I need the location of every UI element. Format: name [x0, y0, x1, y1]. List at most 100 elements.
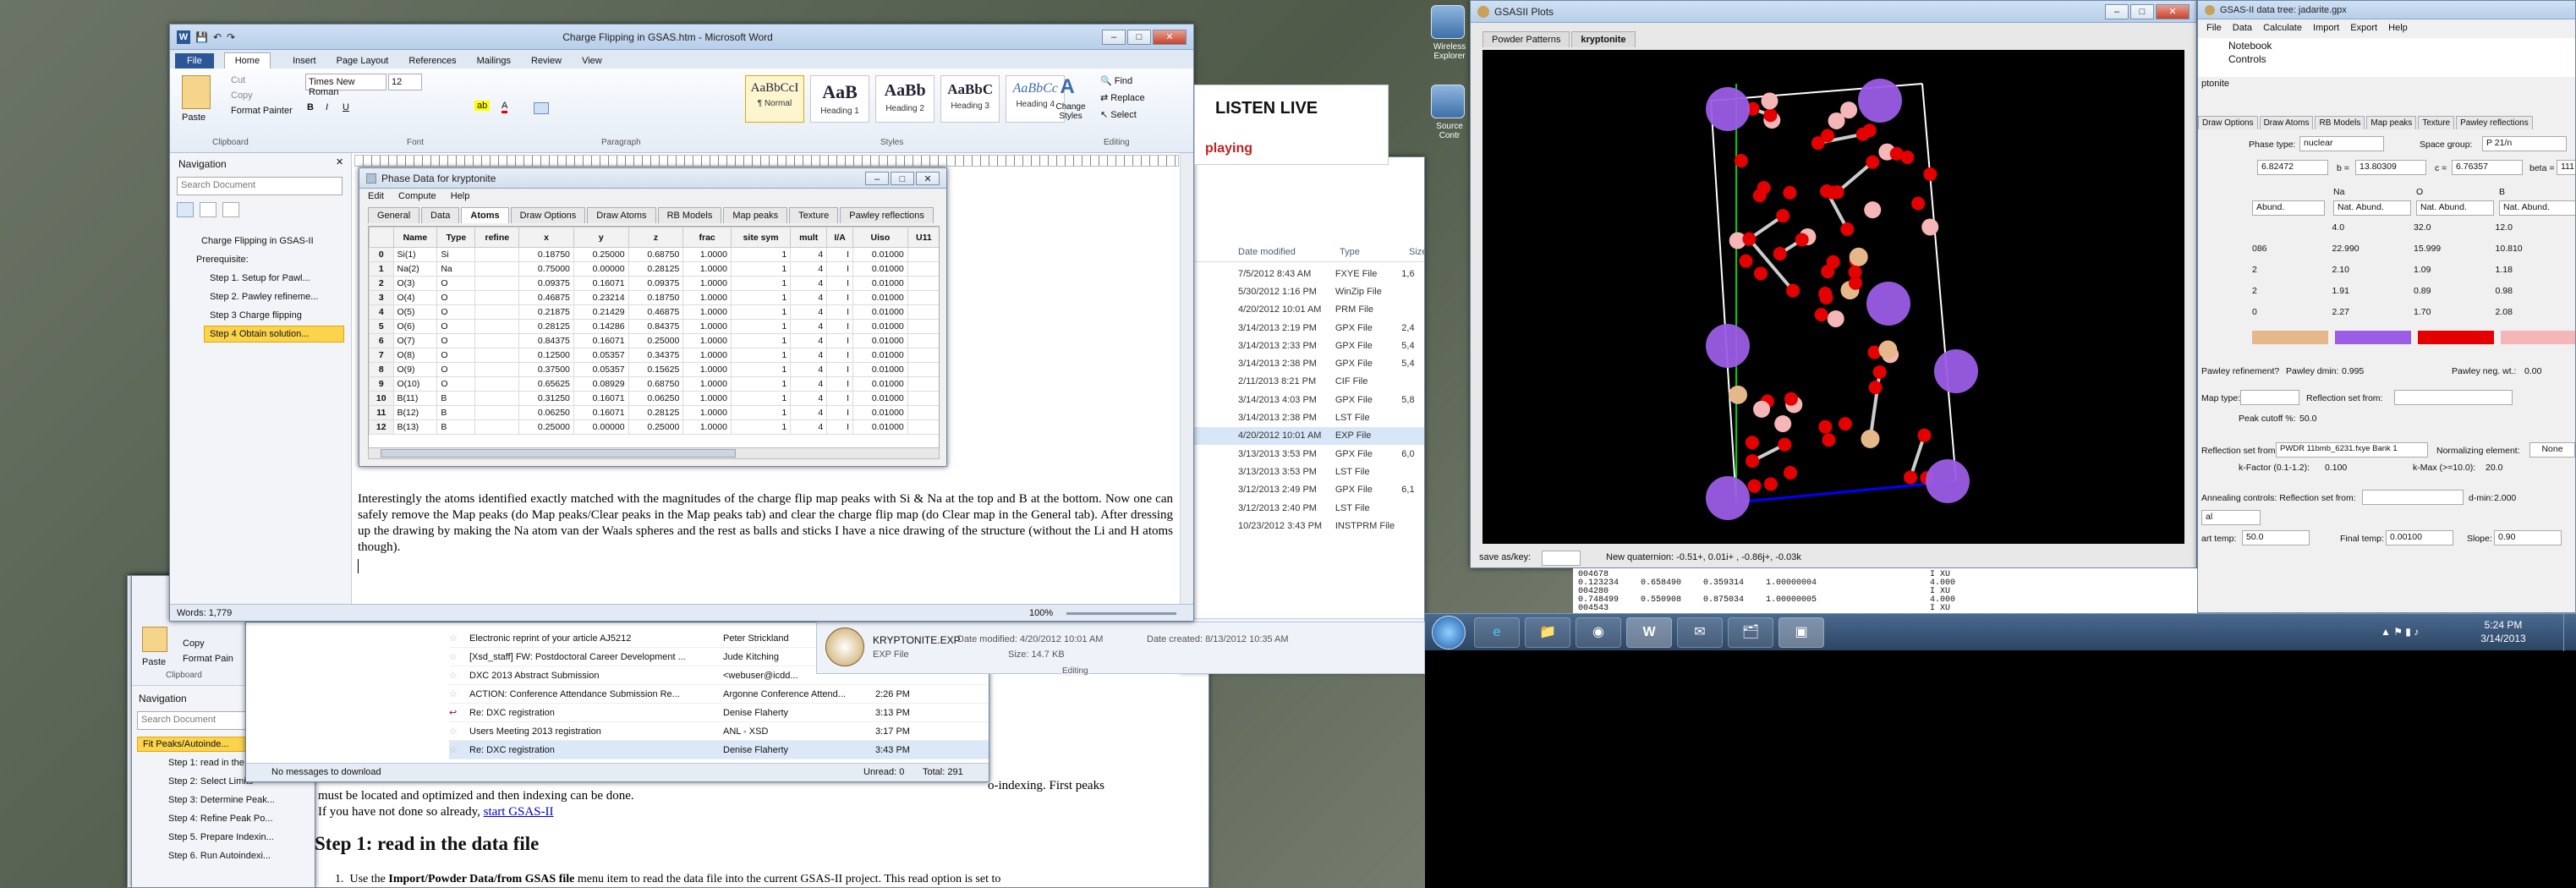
nat-abund-select-b[interactable]: Nat. Abund.: [2499, 200, 2575, 216]
table-row[interactable]: 4 O(5) O 0.21875 0.21429 0.46875 1.0000 1 4 I 0.01…: [369, 304, 939, 320]
paste-label[interactable]: Paste: [182, 112, 206, 123]
cell-beta-input[interactable]: 111: [2557, 160, 2575, 175]
redo-icon[interactable]: ↷: [227, 31, 235, 43]
map-type-select[interactable]: [2240, 390, 2299, 405]
change-styles-label[interactable]: Change Styles: [1050, 102, 1092, 121]
table-cell[interactable]: 1.0000: [682, 319, 732, 334]
flag-icon[interactable]: ☆: [449, 688, 469, 699]
bold-button[interactable]: B: [307, 102, 314, 112]
table-cell[interactable]: 4: [790, 419, 828, 435]
table-cell[interactable]: [907, 405, 939, 420]
mail-row-3[interactable]: ☆ ACTION: Conference Attendance Submissi…: [449, 685, 989, 704]
tab-draw-options[interactable]: Draw Options: [510, 207, 586, 223]
final-temp-input[interactable]: 0.00100: [2386, 530, 2453, 545]
list-item[interactable]: 10/23/2012 3:43 PM INSTPRM File: [1181, 517, 1424, 534]
table-cell[interactable]: 0.25000: [518, 419, 574, 435]
col-header[interactable]: I/A: [826, 227, 854, 248]
table-cell[interactable]: Si: [436, 247, 476, 262]
start-temp-input[interactable]: 50.0: [2242, 530, 2310, 545]
row-number[interactable]: 11: [369, 405, 394, 420]
table-cell[interactable]: 1.0000: [682, 290, 732, 305]
close-button[interactable]: ✕: [1153, 29, 1187, 45]
list-item[interactable]: 3/14/2013 2:19 PM GPX File 2,4: [1181, 319, 1424, 337]
flag-icon[interactable]: ☆: [449, 726, 469, 737]
table-row[interactable]: 1 Na(2) Na 0.75000 0.00000 0.28125 1.0000 1 4 I 0.…: [369, 261, 939, 277]
col-header[interactable]: site sym: [730, 227, 792, 248]
table-cell[interactable]: [907, 319, 939, 334]
tree-item-notebook[interactable]: Notebook: [2198, 38, 2575, 52]
pages-view-icon[interactable]: [200, 202, 217, 217]
table-cell[interactable]: O(10): [392, 376, 438, 392]
minimize-button[interactable]: –: [2105, 3, 2129, 19]
tab-map-peaks[interactable]: Map peaks: [723, 207, 788, 223]
close-button[interactable]: ✕: [916, 171, 940, 185]
table-cell[interactable]: 0.16071: [573, 391, 629, 406]
listen-live-label[interactable]: LISTEN LIVE: [1215, 99, 1318, 118]
tab-references[interactable]: References: [398, 53, 466, 69]
kfactor-input[interactable]: 0.100: [2325, 463, 2347, 473]
save-icon[interactable]: 💾: [195, 31, 208, 43]
folder-taskbar-button[interactable]: 🗂: [1728, 617, 1773, 648]
table-cell[interactable]: 0.01000: [852, 391, 908, 406]
table-cell[interactable]: 0.18750: [628, 290, 684, 305]
table-cell[interactable]: 1: [730, 391, 792, 406]
table-cell[interactable]: O: [436, 376, 476, 392]
table-cell[interactable]: O(4): [392, 290, 438, 305]
tab-draw-options[interactable]: Draw Options: [2198, 116, 2258, 129]
table-cell[interactable]: 0.09375: [628, 276, 684, 291]
table-cell[interactable]: [474, 290, 520, 305]
table-cell[interactable]: 1: [730, 348, 792, 363]
table-cell[interactable]: 0.21429: [573, 304, 629, 320]
table-cell[interactable]: [474, 419, 520, 435]
cell-b-input[interactable]: 13.80309: [2355, 160, 2426, 175]
table-cell[interactable]: 1: [730, 290, 792, 305]
table-cell[interactable]: O(5): [392, 304, 438, 320]
table-cell[interactable]: 0.00000: [573, 261, 629, 277]
tab-draw-atoms[interactable]: Draw Atoms: [2259, 116, 2314, 129]
tab-home[interactable]: Home: [223, 52, 271, 69]
italic-button[interactable]: I: [326, 102, 328, 112]
tab-file[interactable]: File: [175, 53, 214, 69]
table-cell[interactable]: O(9): [392, 362, 438, 377]
list-item[interactable]: 3/13/2013 3:53 PM GPX File 6,0: [1181, 445, 1424, 463]
menu-import[interactable]: Import: [2313, 23, 2339, 33]
table-cell[interactable]: 1.0000: [682, 419, 732, 435]
table-cell[interactable]: [474, 333, 520, 348]
table-cell[interactable]: 1: [730, 405, 792, 420]
row-number[interactable]: 0: [369, 247, 394, 262]
explorer-window[interactable]: Date modified Type Size 7/5/2012 8:43 AM…: [1180, 156, 1425, 672]
table-cell[interactable]: [474, 247, 520, 262]
copy-label[interactable]: Copy: [183, 639, 205, 649]
font-color-icon[interactable]: A: [501, 101, 508, 113]
nav-item-step4[interactable]: Step 4 Obtain solution...: [204, 326, 344, 343]
table-cell[interactable]: 0.01000: [852, 376, 908, 392]
row-number[interactable]: 10: [369, 391, 394, 406]
list-item[interactable]: 2/11/2013 8:21 PM CIF File: [1181, 373, 1424, 391]
table-cell[interactable]: [907, 348, 939, 363]
table-cell[interactable]: 1.0000: [682, 348, 732, 363]
table-cell[interactable]: I: [826, 319, 854, 334]
tab-kryptonite[interactable]: kryptonite: [1571, 31, 1636, 47]
table-cell[interactable]: 0.23214: [573, 290, 629, 305]
table-cell[interactable]: [474, 319, 520, 334]
style-heading1[interactable]: AaB Heading 1: [810, 75, 870, 123]
tab-rb-models[interactable]: RB Models: [2315, 116, 2365, 129]
tab-pawley-reflections[interactable]: Pawley reflections: [2456, 116, 2533, 129]
start-button[interactable]: [1432, 616, 1466, 650]
table-cell[interactable]: 1.0000: [682, 362, 732, 377]
table-cell[interactable]: 1: [730, 276, 792, 291]
table-cell[interactable]: 0.12500: [518, 348, 574, 363]
undo-icon[interactable]: ↶: [213, 31, 222, 43]
style-heading2[interactable]: AaBb Heading 2: [875, 75, 935, 123]
col-date-modified[interactable]: Date modified: [1238, 247, 1296, 257]
tab-atoms[interactable]: Atoms: [461, 207, 509, 223]
nav-item-prerequisite[interactable]: Prerequisite:: [175, 251, 344, 268]
row-number[interactable]: 3: [369, 290, 394, 305]
row-number[interactable]: 5: [369, 319, 394, 334]
paste-label[interactable]: Paste: [142, 657, 166, 667]
zoom-slider[interactable]: [1066, 612, 1176, 615]
col-header[interactable]: [369, 227, 394, 248]
table-row[interactable]: 2 O(3) O 0.09375 0.16071 0.09375 1.0000 1 4 I 0.01…: [369, 276, 939, 291]
row-number[interactable]: 7: [369, 348, 394, 363]
table-cell[interactable]: 4: [790, 333, 828, 348]
